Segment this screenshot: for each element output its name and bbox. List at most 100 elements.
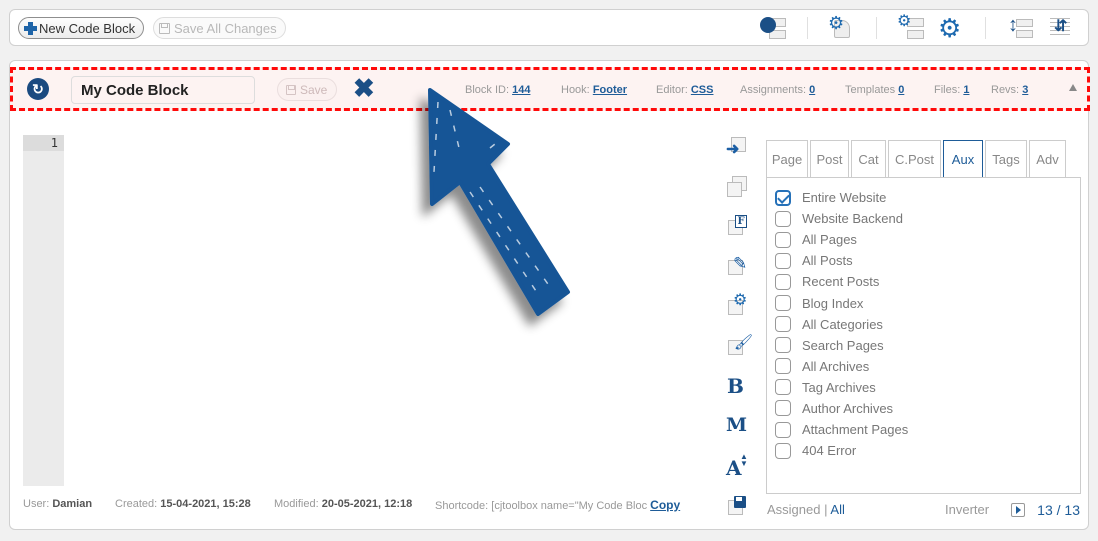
assignment-label: Recent Posts <box>802 274 880 290</box>
assignment-item[interactable]: Website Backend <box>775 208 908 229</box>
editor-tools: ➜ F ✎ ⚙ 🖌 B M A ▲ ▼ <box>726 135 753 535</box>
tab-cpost[interactable]: C.Post <box>888 140 941 177</box>
assignment-footer: Assigned | All Inverter 13 / 13 <box>767 502 1080 518</box>
tab-page[interactable]: Page <box>766 140 808 177</box>
assignment-item[interactable]: All Archives <box>775 356 908 377</box>
assignment-item[interactable]: 404 Error <box>775 440 908 461</box>
checkbox[interactable] <box>775 400 791 417</box>
shortcode-value: [cjtoolbox name="My Code Bloc <box>491 500 648 512</box>
modified-date: 20-05-2021, 12:18 <box>321 498 413 510</box>
templates-link[interactable]: 0 <box>898 84 904 96</box>
edit-icon[interactable]: ✎ <box>726 254 748 277</box>
assignment-label: Attachment Pages <box>802 422 909 438</box>
save-label: Save <box>300 82 328 97</box>
templates-meta: Templates 0 <box>845 84 905 96</box>
assignments-link[interactable]: 0 <box>809 84 815 96</box>
gear-icon[interactable]: ⚙ <box>937 14 965 42</box>
style-brush-icon[interactable]: 🖌 <box>726 334 753 357</box>
arrow-shape <box>428 88 570 316</box>
checkbox[interactable] <box>775 421 791 438</box>
editor-meta: Editor: CSS <box>656 84 714 96</box>
tab-tags[interactable]: Tags <box>985 140 1027 177</box>
toolbar-icon-group: ⚙ ⚙ ⚙ ↕ ⇵ <box>753 13 1080 43</box>
all-filter[interactable]: All <box>830 502 844 517</box>
revs-link[interactable]: 3 <box>1022 84 1028 96</box>
save-all-changes-button[interactable]: Save All Changes <box>153 17 286 39</box>
revs-meta: Revs: 3 <box>991 84 1029 96</box>
new-code-block-button[interactable]: New Code Block <box>18 17 145 39</box>
revisions-icon[interactable]: ↻ <box>27 78 49 100</box>
checkbox[interactable] <box>775 231 791 248</box>
format-icon[interactable]: F <box>726 215 748 237</box>
inverter-button[interactable]: Inverter <box>945 502 989 517</box>
assignment-label: All Categories <box>802 316 883 332</box>
collapse-triangle-icon[interactable] <box>1069 84 1077 91</box>
new-code-block-label: New Code Block <box>39 20 136 36</box>
code-editor[interactable] <box>64 135 704 486</box>
assignment-label: All Pages <box>802 232 857 248</box>
insert-icon[interactable]: ➜ <box>726 135 748 158</box>
settings-icon[interactable]: ⚙ <box>726 293 748 317</box>
assignment-item[interactable]: Author Archives <box>775 398 908 419</box>
checkbox[interactable] <box>775 273 791 290</box>
tab-cat[interactable]: Cat <box>851 140 886 177</box>
assignment-label: Search Pages <box>802 337 884 353</box>
assignment-item[interactable]: Search Pages <box>775 335 908 356</box>
user-info: User: Damian <box>23 498 93 510</box>
checkbox[interactable] <box>775 210 791 227</box>
checkbox[interactable] <box>775 295 791 312</box>
assignment-item[interactable]: All Categories <box>775 314 908 335</box>
assignment-list: Entire Website Website Backend All Pages Al… <box>775 187 908 461</box>
created-info: Created: 15-04-2021, 15:28 <box>115 498 251 510</box>
assignment-label: Blog Index <box>802 295 864 311</box>
editor-link[interactable]: CSS <box>691 84 714 96</box>
bold-icon[interactable]: B <box>726 375 748 397</box>
top-toolbar: New Code Block Save All Changes ⚙ ⚙ ⚙ ↕ … <box>9 9 1089 46</box>
hook-link[interactable]: Footer <box>593 84 627 96</box>
assignment-label: All Archives <box>802 358 870 374</box>
toolbar-divider <box>807 17 808 39</box>
assignment-item[interactable]: Blog Index <box>775 292 908 313</box>
copy-shortcode-link[interactable]: Copy <box>650 498 680 512</box>
settings-page-icon[interactable]: ⚙ <box>828 14 856 42</box>
assignment-item[interactable]: All Pages <box>775 229 908 250</box>
next-page-icon[interactable] <box>1011 503 1025 517</box>
revisions-list-icon[interactable] <box>759 14 787 42</box>
plus-icon <box>24 21 37 35</box>
tab-post[interactable]: Post <box>810 140 849 177</box>
font-size-icon[interactable]: A ▲ ▼ <box>726 453 748 479</box>
assignments-meta: Assignments: 0 <box>740 84 816 96</box>
checkbox[interactable] <box>775 252 791 269</box>
assignment-item[interactable]: All Posts <box>775 250 908 271</box>
save-icon[interactable] <box>726 495 748 517</box>
blocks-settings-icon[interactable]: ⚙ <box>897 14 925 42</box>
item-count: 13 / 13 <box>1037 502 1080 518</box>
files-link[interactable]: 1 <box>963 84 969 96</box>
assignment-item[interactable]: Entire Website <box>775 187 908 208</box>
delete-block-icon[interactable]: ✖ <box>353 75 375 101</box>
collapse-all-icon[interactable]: ⇵ <box>1046 14 1074 42</box>
assignment-item[interactable]: Tag Archives <box>775 377 908 398</box>
assignment-label: Author Archives <box>802 400 894 416</box>
block-name-input[interactable] <box>71 76 255 104</box>
save-button[interactable]: Save <box>277 78 337 101</box>
assigned-filter[interactable]: Assigned <box>767 502 820 517</box>
checkbox[interactable] <box>775 358 791 375</box>
checkbox[interactable] <box>775 379 791 396</box>
minify-icon[interactable]: M <box>726 415 748 437</box>
tab-adv[interactable]: Adv <box>1029 140 1066 177</box>
checkbox[interactable] <box>775 442 791 459</box>
tab-aux[interactable]: Aux <box>943 140 983 177</box>
assignment-item[interactable]: Recent Posts <box>775 271 908 292</box>
checkbox[interactable] <box>775 337 791 354</box>
copy-icon[interactable] <box>726 175 748 197</box>
assignment-label: 404 Error <box>802 443 857 459</box>
checkbox[interactable] <box>775 189 791 206</box>
line-number-gutter: 1 <box>23 135 64 486</box>
files-meta: Files: 1 <box>934 84 970 96</box>
assignment-item[interactable]: Attachment Pages <box>775 419 908 440</box>
checkbox[interactable] <box>775 316 791 333</box>
expand-all-icon[interactable]: ↕ <box>1006 14 1034 42</box>
floppy-icon <box>286 84 296 95</box>
shortcode-info: Shortcode: [cjtoolbox name="My Code Bloc… <box>435 498 681 512</box>
